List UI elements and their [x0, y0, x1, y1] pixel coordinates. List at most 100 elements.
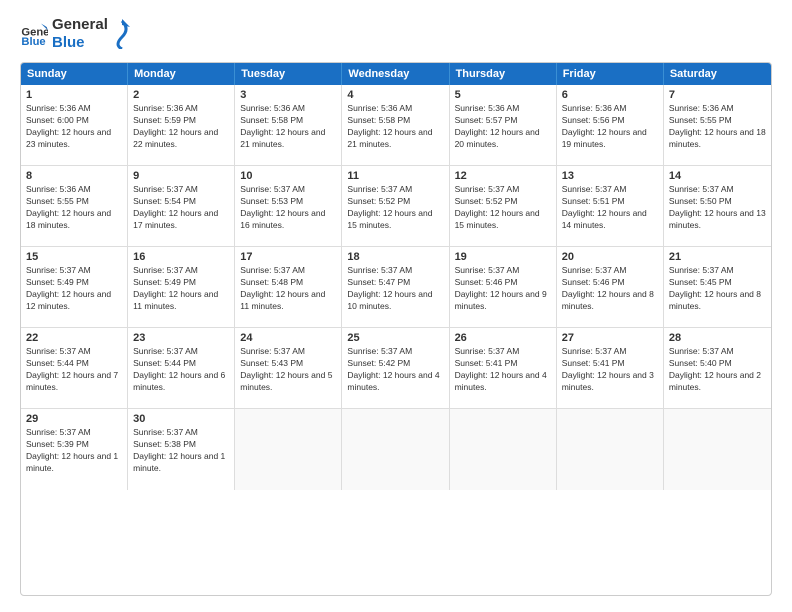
day-number: 28 — [669, 332, 766, 344]
day-info: Sunrise: 5:37 AMSunset: 5:45 PMDaylight:… — [669, 265, 766, 313]
day-number: 15 — [26, 251, 122, 263]
day-cell-17: 17Sunrise: 5:37 AMSunset: 5:48 PMDayligh… — [235, 247, 342, 327]
day-number: 4 — [347, 89, 443, 101]
day-cell-30: 30 Sunrise: 5:37 AMSunset: 5:38 PMDayligh… — [128, 409, 235, 490]
day-info: Sunrise: 5:37 AMSunset: 5:52 PMDaylight:… — [455, 184, 551, 232]
day-cell-2: 2 Sunrise: 5:36 AMSunset: 5:59 PMDaylight… — [128, 85, 235, 165]
day-number: 1 — [26, 89, 122, 101]
header-cell-friday: Friday — [557, 63, 664, 85]
day-cell-27: 27 Sunrise: 5:37 AMSunset: 5:41 PMDayligh… — [557, 328, 664, 408]
logo: General Blue General Blue — [20, 16, 132, 52]
day-info: Sunrise: 5:36 AMSunset: 5:58 PMDaylight:… — [347, 103, 443, 151]
calendar-header: SundayMondayTuesdayWednesdayThursdayFrid… — [21, 63, 771, 85]
day-cell-12: 12Sunrise: 5:37 AMSunset: 5:52 PMDayligh… — [450, 166, 557, 246]
day-info: Sunrise: 5:37 AMSunset: 5:50 PMDaylight:… — [669, 184, 766, 232]
day-number: 8 — [26, 170, 122, 182]
empty-cell — [557, 409, 664, 490]
logo-wave-icon — [112, 19, 132, 49]
calendar-week-5: 29 Sunrise: 5:37 AMSunset: 5:39 PMDayligh… — [21, 409, 771, 490]
day-cell-8: 8 Sunrise: 5:36 AMSunset: 5:55 PMDaylight… — [21, 166, 128, 246]
day-info: Sunrise: 5:36 AMSunset: 5:58 PMDaylight:… — [240, 103, 336, 151]
day-number: 25 — [347, 332, 443, 344]
day-number: 7 — [669, 89, 766, 101]
calendar-week-4: 22 Sunrise: 5:37 AMSunset: 5:44 PMDayligh… — [21, 328, 771, 409]
header-cell-sunday: Sunday — [21, 63, 128, 85]
day-info: Sunrise: 5:37 AMSunset: 5:41 PMDaylight:… — [455, 346, 551, 394]
day-number: 29 — [26, 413, 122, 425]
day-info: Sunrise: 5:37 AMSunset: 5:44 PMDaylight:… — [26, 346, 122, 394]
empty-cell — [664, 409, 771, 490]
day-number: 9 — [133, 170, 229, 182]
day-info: Sunrise: 5:36 AMSunset: 5:55 PMDaylight:… — [669, 103, 766, 151]
day-info: Sunrise: 5:36 AMSunset: 5:55 PMDaylight:… — [26, 184, 122, 232]
day-cell-11: 11 Sunrise: 5:37 AMSunset: 5:52 PMDayligh… — [342, 166, 449, 246]
day-number: 2 — [133, 89, 229, 101]
day-number: 14 — [669, 170, 766, 182]
day-cell-29: 29 Sunrise: 5:37 AMSunset: 5:39 PMDayligh… — [21, 409, 128, 490]
day-number: 16 — [133, 251, 229, 263]
calendar: SundayMondayTuesdayWednesdayThursdayFrid… — [20, 62, 772, 596]
day-number: 17 — [240, 251, 336, 263]
day-number: 10 — [240, 170, 336, 182]
day-info: Sunrise: 5:37 AMSunset: 5:49 PMDaylight:… — [133, 265, 229, 313]
day-cell-28: 28 Sunrise: 5:37 AMSunset: 5:40 PMDayligh… — [664, 328, 771, 408]
day-info: Sunrise: 5:37 AMSunset: 5:42 PMDaylight:… — [347, 346, 443, 394]
day-info: Sunrise: 5:37 AMSunset: 5:44 PMDaylight:… — [133, 346, 229, 394]
day-cell-16: 16 Sunrise: 5:37 AMSunset: 5:49 PMDayligh… — [128, 247, 235, 327]
day-number: 19 — [455, 251, 551, 263]
day-cell-18: 18 Sunrise: 5:37 AMSunset: 5:47 PMDayligh… — [342, 247, 449, 327]
svg-text:Blue: Blue — [21, 36, 45, 48]
day-cell-23: 23Sunrise: 5:37 AMSunset: 5:44 PMDayligh… — [128, 328, 235, 408]
day-cell-20: 20 Sunrise: 5:37 AMSunset: 5:46 PMDayligh… — [557, 247, 664, 327]
header-cell-saturday: Saturday — [664, 63, 771, 85]
page-header: General Blue General Blue — [20, 16, 772, 52]
day-cell-3: 3Sunrise: 5:36 AMSunset: 5:58 PMDaylight… — [235, 85, 342, 165]
day-number: 20 — [562, 251, 658, 263]
calendar-week-2: 8 Sunrise: 5:36 AMSunset: 5:55 PMDaylight… — [21, 166, 771, 247]
day-info: Sunrise: 5:37 AMSunset: 5:49 PMDaylight:… — [26, 265, 122, 313]
day-cell-9: 9 Sunrise: 5:37 AMSunset: 5:54 PMDaylight… — [128, 166, 235, 246]
header-cell-monday: Monday — [128, 63, 235, 85]
day-cell-4: 4 Sunrise: 5:36 AMSunset: 5:58 PMDaylight… — [342, 85, 449, 165]
day-cell-22: 22 Sunrise: 5:37 AMSunset: 5:44 PMDayligh… — [21, 328, 128, 408]
day-cell-24: 24Sunrise: 5:37 AMSunset: 5:43 PMDayligh… — [235, 328, 342, 408]
day-number: 30 — [133, 413, 229, 425]
day-cell-13: 13Sunrise: 5:37 AMSunset: 5:51 PMDayligh… — [557, 166, 664, 246]
day-number: 27 — [562, 332, 658, 344]
day-cell-10: 10 Sunrise: 5:37 AMSunset: 5:53 PMDayligh… — [235, 166, 342, 246]
day-info: Sunrise: 5:37 AMSunset: 5:41 PMDaylight:… — [562, 346, 658, 394]
day-info: Sunrise: 5:37 AMSunset: 5:54 PMDaylight:… — [133, 184, 229, 232]
day-info: Sunrise: 5:36 AMSunset: 6:00 PMDaylight:… — [26, 103, 122, 151]
day-info: Sunrise: 5:37 AMSunset: 5:40 PMDaylight:… — [669, 346, 766, 394]
day-info: Sunrise: 5:37 AMSunset: 5:47 PMDaylight:… — [347, 265, 443, 313]
day-info: Sunrise: 5:36 AMSunset: 5:59 PMDaylight:… — [133, 103, 229, 151]
day-number: 22 — [26, 332, 122, 344]
day-info: Sunrise: 5:37 AMSunset: 5:52 PMDaylight:… — [347, 184, 443, 232]
calendar-week-3: 15 Sunrise: 5:37 AMSunset: 5:49 PMDayligh… — [21, 247, 771, 328]
day-cell-7: 7 Sunrise: 5:36 AMSunset: 5:55 PMDaylight… — [664, 85, 771, 165]
header-cell-wednesday: Wednesday — [342, 63, 449, 85]
logo-blue: Blue — [52, 34, 108, 52]
day-info: Sunrise: 5:37 AMSunset: 5:43 PMDaylight:… — [240, 346, 336, 394]
day-info: Sunrise: 5:37 AMSunset: 5:39 PMDaylight:… — [26, 427, 122, 475]
day-info: Sunrise: 5:37 AMSunset: 5:51 PMDaylight:… — [562, 184, 658, 232]
day-number: 18 — [347, 251, 443, 263]
day-number: 26 — [455, 332, 551, 344]
day-cell-21: 21Sunrise: 5:37 AMSunset: 5:45 PMDayligh… — [664, 247, 771, 327]
day-cell-19: 19 Sunrise: 5:37 AMSunset: 5:46 PMDayligh… — [450, 247, 557, 327]
day-info: Sunrise: 5:37 AMSunset: 5:53 PMDaylight:… — [240, 184, 336, 232]
day-info: Sunrise: 5:37 AMSunset: 5:46 PMDaylight:… — [562, 265, 658, 313]
day-cell-26: 26 Sunrise: 5:37 AMSunset: 5:41 PMDayligh… — [450, 328, 557, 408]
day-cell-5: 5Sunrise: 5:36 AMSunset: 5:57 PMDaylight… — [450, 85, 557, 165]
day-cell-6: 6 Sunrise: 5:36 AMSunset: 5:56 PMDaylight… — [557, 85, 664, 165]
logo-icon: General Blue — [20, 20, 48, 48]
day-info: Sunrise: 5:37 AMSunset: 5:38 PMDaylight:… — [133, 427, 229, 475]
day-cell-25: 25 Sunrise: 5:37 AMSunset: 5:42 PMDayligh… — [342, 328, 449, 408]
header-cell-thursday: Thursday — [450, 63, 557, 85]
day-number: 11 — [347, 170, 443, 182]
day-number: 6 — [562, 89, 658, 101]
logo-general: General — [52, 16, 108, 34]
day-info: Sunrise: 5:37 AMSunset: 5:46 PMDaylight:… — [455, 265, 551, 313]
day-info: Sunrise: 5:36 AMSunset: 5:56 PMDaylight:… — [562, 103, 658, 151]
calendar-week-1: 1 Sunrise: 5:36 AMSunset: 6:00 PMDaylight… — [21, 85, 771, 166]
